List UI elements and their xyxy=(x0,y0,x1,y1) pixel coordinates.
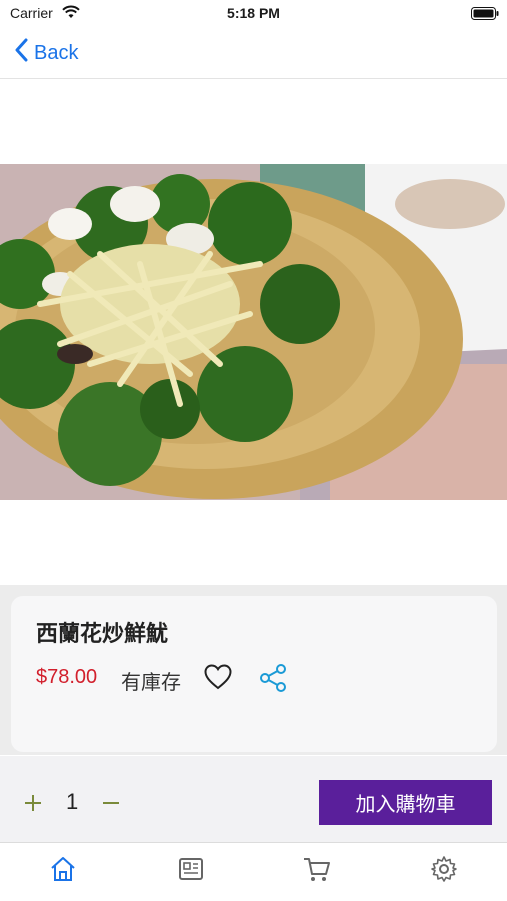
clock: 5:18 PM xyxy=(227,5,280,21)
product-photo xyxy=(0,164,507,500)
plus-icon xyxy=(22,795,44,818)
navigation-bar: Back xyxy=(0,28,507,79)
status-bar: Carrier 5:18 PM xyxy=(0,0,507,28)
stock-status: 有庫存 xyxy=(121,672,181,694)
add-to-cart-button[interactable]: 加入購物車 xyxy=(319,780,492,825)
tab-home[interactable] xyxy=(48,854,78,884)
share-icon xyxy=(258,664,288,697)
decrease-quantity-button[interactable] xyxy=(100,792,122,819)
minus-icon xyxy=(100,801,122,818)
settings-icon xyxy=(429,856,459,888)
back-button[interactable]: Back xyxy=(14,38,78,68)
battery-icon xyxy=(471,7,499,20)
cart-icon xyxy=(302,858,332,888)
heart-icon xyxy=(204,664,232,694)
tab-settings[interactable] xyxy=(429,854,459,884)
home-icon xyxy=(48,857,78,888)
product-image-area xyxy=(0,79,507,585)
share-button[interactable] xyxy=(258,663,288,698)
product-price: $78.00 xyxy=(36,666,98,688)
tab-news[interactable] xyxy=(176,854,206,884)
quantity-value: 1 xyxy=(66,789,79,814)
chevron-left-icon xyxy=(14,38,34,68)
tab-cart[interactable] xyxy=(302,854,332,884)
favorite-button[interactable] xyxy=(204,664,232,695)
back-label: Back xyxy=(34,41,79,64)
increase-quantity-button[interactable] xyxy=(22,792,44,819)
product-name: 西蘭花炒鮮魷 xyxy=(36,621,169,646)
news-icon xyxy=(176,858,206,888)
